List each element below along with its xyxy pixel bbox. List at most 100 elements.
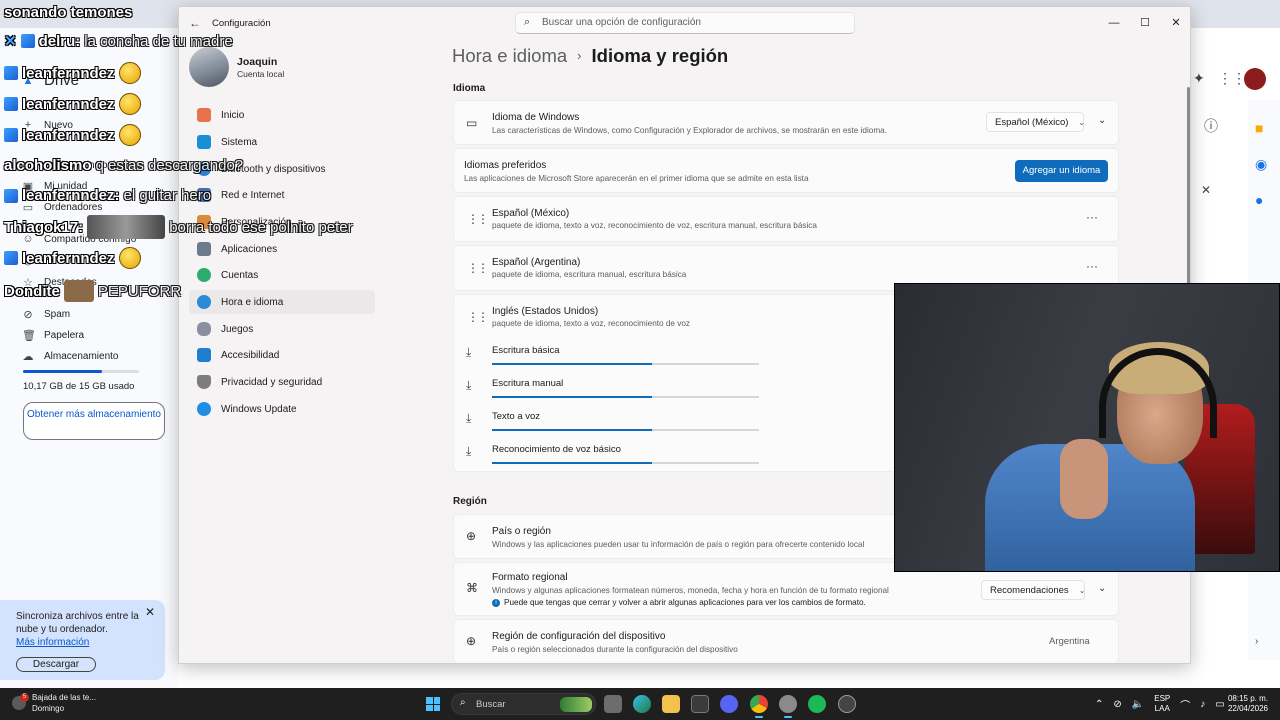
chat-user: Thiagok17: [4,218,84,236]
get-storage-button[interactable]: Obtener más almacenamiento [23,402,165,440]
globe-settings-icon: ⊕ [466,634,477,648]
maximize-button[interactable]: ☐ [1130,13,1160,33]
card-description: Windows y las aplicaciones pueden usar t… [492,540,865,549]
contacts-icon[interactable]: ● [1255,192,1263,208]
chevron-down-icon[interactable]: ⌄ [1098,115,1106,126]
nav-item-hora-idioma[interactable]: Hora e idioma [189,290,375,314]
breadcrumb-parent[interactable]: Hora e idioma [452,45,567,66]
nav-item-aplicaciones[interactable]: Aplicaciones [189,237,375,261]
taskbar-search[interactable]: ⌕ Buscar [451,693,596,715]
language-row[interactable]: ⋮⋮ Español (México) paquete de idioma, t… [453,196,1119,242]
discord-icon[interactable] [720,695,738,713]
keep-icon[interactable]: ■ [1255,120,1263,136]
drag-handle-icon[interactable]: ⋮⋮ [467,212,489,226]
drag-handle-icon[interactable]: ⋮⋮ [467,310,489,324]
trash-icon: 🗑 [22,330,36,342]
nav-item-cuentas[interactable]: Cuentas [189,263,375,287]
globe-clock-icon [197,295,211,309]
clock-date: 22/04/2026 [1227,704,1268,713]
search-icon: ⌕ [524,16,531,28]
network-off-icon[interactable]: ⊘ [1113,699,1121,710]
tasks-icon[interactable]: ◉ [1255,156,1267,173]
nav-item-sistema[interactable]: Sistema [189,130,375,154]
search-input[interactable] [542,17,842,28]
sparkle-icon[interactable]: ✦ [1193,70,1205,87]
sync-card-link[interactable]: Más información [16,636,149,649]
avatar [189,47,229,87]
nav-item-juegos[interactable]: Juegos [189,317,375,341]
download-icon: ⤓ [466,378,472,392]
drive-nav-storage[interactable]: ☁ Almacenamiento [22,350,119,363]
windows-language-dropdown[interactable]: Español (México) ⌄ [986,112,1085,132]
download-button[interactable]: Descargar [16,657,96,672]
file-explorer-icon[interactable] [662,695,680,713]
nav-item-privacidad[interactable]: Privacidad y seguridad [189,370,375,394]
drive-nav-trash[interactable]: 🗑 Papelera [22,329,84,342]
info-icon[interactable]: ⓘ [1204,116,1218,136]
info-icon: i [492,598,500,607]
nav-label: Hora e idioma [221,296,284,308]
chat-user: leanfernndez [22,126,115,144]
more-options-icon[interactable]: ··· [1086,210,1098,224]
settings-gear-icon[interactable] [779,695,797,718]
regional-format-dropdown[interactable]: Recomendaciones ⌄ [981,580,1085,600]
task-view-icon[interactable] [604,695,622,713]
weather-icon: 5 [12,693,29,710]
wifi-icon[interactable]: ⌒ [1180,697,1190,712]
chevron-down-icon: ⌄ [1078,586,1086,595]
chrome-icon[interactable] [750,695,768,718]
card-description: Las características de Windows, como Con… [492,126,887,135]
chevron-down-icon[interactable]: ⌄ [1098,583,1106,594]
settings-search[interactable]: ⌕ [515,12,855,34]
language-name: Español (Argentina) [492,257,581,268]
app-title: Configuración [212,18,271,29]
nav-item-red[interactable]: Red e Internet [189,183,375,207]
search-highlight-image [560,697,592,712]
dropdown-value: Español (México) [995,117,1069,128]
chat-message: sonando temones [4,4,132,21]
minimize-button[interactable]: — [1099,13,1129,33]
store-icon[interactable] [691,695,709,713]
chat-user: leanfernndez [22,249,115,267]
card-description: Windows y algunas aplicaciones formatean… [492,586,889,595]
weather-widget[interactable]: 5 Bajada de las te... Domingo [12,692,96,714]
start-button[interactable] [426,697,440,711]
add-language-button[interactable]: Agregar un idioma [1015,160,1108,182]
scrollbar[interactable] [1187,87,1190,287]
system-tray: ⌃ ⊘ 🔈 ESP LAA ⌒ ♪ ▭ [1095,688,1225,720]
volume-icon[interactable]: 🔈 [1132,699,1144,710]
emote-icon [118,62,141,84]
edge-icon[interactable] [633,695,651,713]
clock[interactable]: 08:15 p. m. 22/04/2026 [1224,694,1268,714]
close-window-button[interactable]: ✕ [1161,13,1190,33]
more-options-icon[interactable]: ··· [1086,259,1098,273]
account-avatar[interactable] [1244,68,1266,90]
speaker-icon[interactable]: ♪ [1200,699,1205,710]
chat-text: borra todo ese polnito peter [169,218,353,236]
user-name: Joaquin [237,56,278,68]
nav-item-accesibilidad[interactable]: Accesibilidad [189,343,375,367]
card-description: País o región seleccionados durante la c… [492,645,738,654]
sync-card-text: Sincroniza archivos entre la nube y tu o… [16,611,139,635]
nav-item-inicio[interactable]: Inicio [189,103,375,127]
badge-icon [4,97,18,111]
language-indicator[interactable]: ESP LAA [1154,694,1170,714]
chat-text: PEPUFORR [97,282,182,300]
obs-icon[interactable] [838,695,856,713]
chevron-right-icon[interactable]: › [1255,636,1258,647]
apps-grid-icon[interactable]: ⋮⋮ [1218,70,1246,87]
close-icon[interactable]: ✕ [145,606,155,619]
chevron-up-icon[interactable]: ⌃ [1095,699,1103,710]
drag-handle-icon[interactable]: ⋮⋮ [467,261,489,275]
spotify-icon[interactable] [808,695,826,713]
drive-nav-spam[interactable]: ⊘ Spam [22,308,70,321]
badge-icon [20,34,35,48]
nav-item-windows-update[interactable]: Windows Update [189,397,375,421]
close-icon[interactable]: ✕ [1201,183,1211,197]
back-arrow-icon[interactable]: ← [189,16,201,30]
download-icon: ⤓ [466,345,472,359]
progress-fill [492,429,653,431]
chat-message: Thiagok17: borra todo ese polnito peter [4,215,353,239]
title-bar: ← Configuración ⌕ — ☐ ✕ [179,7,1190,39]
chat-text: q estas descargando? [95,157,244,174]
